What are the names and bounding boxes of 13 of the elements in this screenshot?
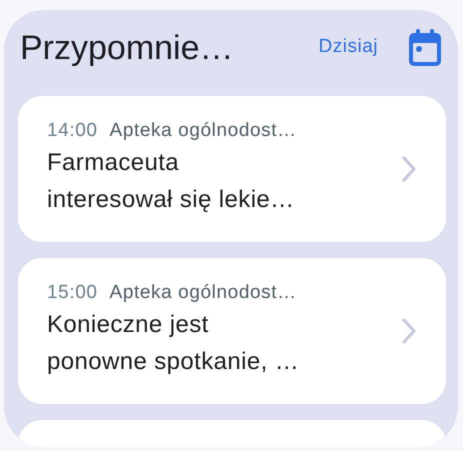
reminder-place: Apteka ogólnodost… — [110, 120, 297, 142]
widget-title: Przypomnie… — [20, 29, 235, 68]
today-link[interactable]: Dzisiaj — [318, 36, 378, 58]
reminder-text: Konieczne jest ponowne spotkanie, … — [47, 310, 300, 377]
reminder-card[interactable]: 15:00 Apteka ogólnodost… Konieczne jest ponowne spotkanie, … — [18, 258, 446, 404]
chevron-right-icon — [402, 318, 416, 344]
calendar-icon[interactable] — [408, 28, 442, 66]
reminder-card[interactable]: 14:00 Apteka ogólnodost… Farmaceuta interesował się lekie… — [18, 96, 446, 242]
reminder-text: Farmaceuta interesował się lekie… — [47, 148, 296, 215]
reminder-time: 14:00 — [47, 120, 98, 142]
reminder-time: 15:00 — [47, 282, 98, 304]
reminder-place: Apteka ogólnodost… — [110, 282, 297, 304]
chevron-right-icon — [402, 156, 416, 182]
